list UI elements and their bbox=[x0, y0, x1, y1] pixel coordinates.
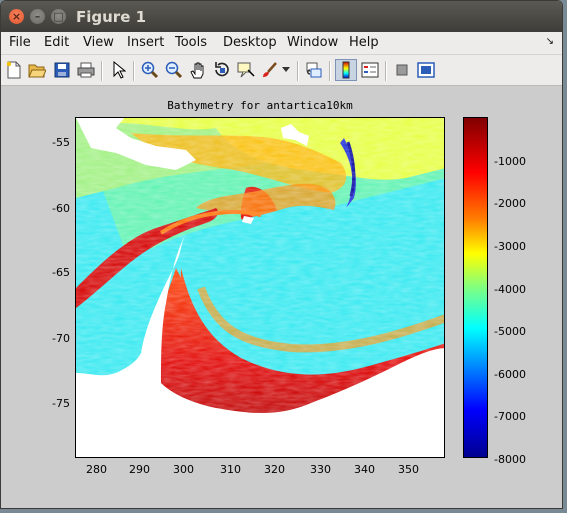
menu-desktop[interactable]: Desktop bbox=[223, 35, 277, 50]
x-tick-320: 320 bbox=[264, 463, 285, 476]
menu-file[interactable]: File bbox=[9, 35, 31, 50]
menu-edit[interactable]: Edit bbox=[44, 35, 69, 50]
y-tick-neg65: -65 bbox=[52, 266, 70, 279]
hide-plot-tools-icon[interactable] bbox=[391, 59, 413, 81]
colorbar-tick-4000: -4000 bbox=[494, 283, 526, 296]
print-icon[interactable] bbox=[75, 59, 97, 81]
x-tick-300: 300 bbox=[173, 463, 194, 476]
colorbar-tick-3000: -3000 bbox=[494, 240, 526, 253]
colorbar-tick-1000: -1000 bbox=[494, 155, 526, 168]
colorbar-tick-5000: -5000 bbox=[494, 325, 526, 338]
legend-icon[interactable] bbox=[359, 59, 381, 81]
bathymetry-image bbox=[76, 118, 444, 457]
edit-plot-arrow-icon[interactable] bbox=[108, 59, 130, 81]
x-tick-350: 350 bbox=[398, 463, 419, 476]
rotate-3d-icon[interactable] bbox=[211, 59, 233, 81]
menu-window[interactable]: Window bbox=[287, 35, 338, 50]
menu-help[interactable]: Help bbox=[349, 35, 379, 50]
window-title: Figure 1 bbox=[76, 8, 147, 26]
new-figure-icon[interactable] bbox=[3, 59, 25, 81]
menu-insert[interactable]: Insert bbox=[127, 35, 164, 50]
close-button[interactable]: × bbox=[9, 9, 24, 24]
open-file-icon[interactable] bbox=[26, 59, 48, 81]
plot-title: Bathymetry for antartica10km bbox=[167, 99, 353, 112]
pan-hand-icon[interactable] bbox=[187, 59, 209, 81]
brush-icon[interactable] bbox=[259, 59, 281, 81]
colorbar-tick-6000: -6000 bbox=[494, 368, 526, 381]
menu-bar: File Edit View Insert Tools Desktop Wind… bbox=[1, 32, 562, 55]
colorbar-icon[interactable] bbox=[335, 59, 357, 81]
data-cursor-icon[interactable] bbox=[235, 59, 257, 81]
link-plot-icon[interactable] bbox=[303, 59, 325, 81]
colorbar[interactable] bbox=[463, 117, 488, 458]
y-tick-neg75: -75 bbox=[52, 397, 70, 410]
figure-toolbar bbox=[1, 55, 562, 86]
x-tick-330: 330 bbox=[310, 463, 331, 476]
minimize-button[interactable]: – bbox=[30, 9, 45, 24]
zoom-in-icon[interactable] bbox=[139, 59, 161, 81]
x-tick-290: 290 bbox=[129, 463, 150, 476]
show-plot-tools-icon[interactable] bbox=[415, 59, 437, 81]
menu-tools[interactable]: Tools bbox=[175, 35, 207, 50]
x-tick-340: 340 bbox=[354, 463, 375, 476]
x-tick-310: 310 bbox=[220, 463, 241, 476]
menu-view[interactable]: View bbox=[83, 35, 114, 50]
y-tick-neg60: -60 bbox=[52, 202, 70, 215]
brush-dropdown-arrow[interactable] bbox=[280, 59, 292, 81]
zoom-out-icon[interactable] bbox=[163, 59, 185, 81]
maximize-button[interactable]: □ bbox=[51, 9, 66, 24]
save-icon[interactable] bbox=[51, 59, 73, 81]
y-tick-neg55: -55 bbox=[52, 136, 70, 149]
colorbar-tick-2000: -2000 bbox=[494, 197, 526, 210]
title-bar[interactable]: × – □ Figure 1 bbox=[1, 1, 562, 32]
x-tick-280: 280 bbox=[86, 463, 107, 476]
bathymetry-map-axes[interactable] bbox=[75, 117, 445, 458]
dock-figure-icon[interactable]: ↘ bbox=[546, 36, 554, 47]
colorbar-tick-7000: -7000 bbox=[494, 410, 526, 423]
y-tick-neg70: -70 bbox=[52, 332, 70, 345]
colorbar-tick-8000: -8000 bbox=[494, 453, 526, 466]
